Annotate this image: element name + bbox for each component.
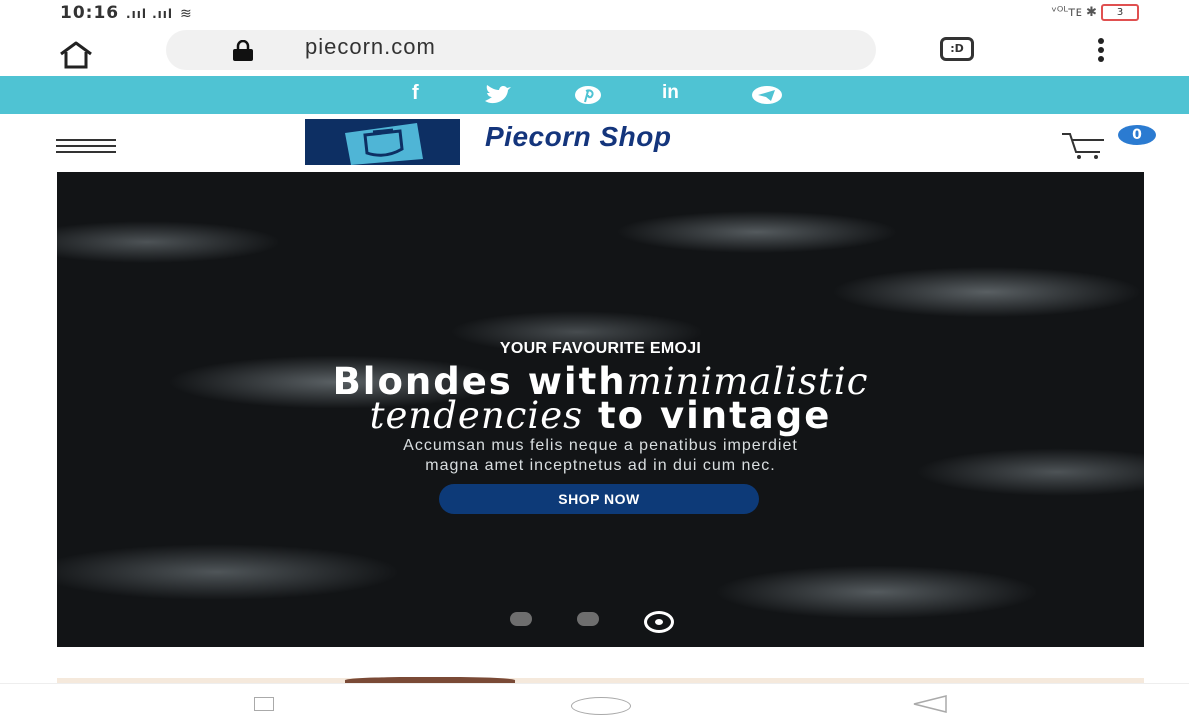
menu-icon: [56, 139, 116, 153]
status-time: 10:16 .ııl .ııl ≋: [60, 3, 193, 23]
hero-description: Accumsan mus felis neque a penatibus imp…: [57, 436, 1144, 476]
hero-description-line-2: magna amet inceptnetus ad in dui cum nec…: [425, 457, 776, 474]
hero-description-line-1: Accumsan mus felis neque a penatibus imp…: [403, 437, 798, 454]
wifi-icon: ≋: [179, 6, 193, 22]
back-icon: [913, 695, 947, 713]
cart-icon: [1062, 133, 1104, 159]
back-button[interactable]: [910, 694, 950, 714]
hero-headline-line-2: tendencies to vintage: [57, 394, 1144, 437]
cart-button[interactable]: [1060, 130, 1108, 160]
clock: 10:16: [60, 3, 120, 23]
social-bar: f in: [0, 76, 1189, 114]
browser-menu-button[interactable]: [1096, 37, 1106, 63]
android-home-button[interactable]: [571, 697, 631, 715]
hero-eyebrow: YOUR FAVOURITE EMOJI: [499, 340, 702, 357]
home-icon: [60, 41, 92, 69]
shop-logo[interactable]: [305, 119, 460, 165]
pinterest-icon[interactable]: [573, 84, 603, 106]
battery-level: 3: [1116, 7, 1124, 18]
lock-icon: [230, 39, 256, 62]
more-vertical-icon: [1098, 38, 1104, 62]
shopping-bag-icon: [345, 123, 423, 165]
telegram-icon[interactable]: [750, 84, 784, 106]
twitter-icon[interactable]: [483, 84, 513, 106]
address-bar[interactable]: [166, 30, 876, 70]
cart-count-badge: 0: [1118, 125, 1156, 145]
hero-slider[interactable]: YOUR FAVOURITE EMOJI Blondes withminimal…: [57, 172, 1144, 647]
facebook-link[interactable]: f: [412, 82, 419, 104]
home-button[interactable]: [58, 40, 94, 70]
battery-icon: 3: [1101, 4, 1139, 21]
signal-icon: .ııl .ııl: [126, 7, 174, 21]
slider-dot-1[interactable]: [510, 612, 532, 626]
url-text[interactable]: piecorn.com: [305, 34, 436, 60]
recent-apps-button[interactable]: [254, 697, 274, 711]
hero-headline-plain-2: to vintage: [583, 394, 832, 437]
status-icons: ᵛᴼᴸᴛᴇ ✱ 3: [1051, 4, 1139, 21]
network-icons: ᵛᴼᴸᴛᴇ ✱: [1051, 5, 1097, 20]
slider-dot-2[interactable]: [577, 612, 599, 626]
slider-dot-3-active[interactable]: [644, 611, 674, 633]
hamburger-menu-button[interactable]: [56, 138, 116, 153]
hero-headline-italic-2: tendencies: [369, 394, 584, 437]
shop-name[interactable]: Piecorn Shop: [485, 121, 671, 153]
linkedin-link[interactable]: in: [662, 82, 679, 104]
tab-switcher-button[interactable]: :D: [940, 37, 974, 61]
shop-now-button[interactable]: SHOP NOW: [439, 484, 759, 514]
